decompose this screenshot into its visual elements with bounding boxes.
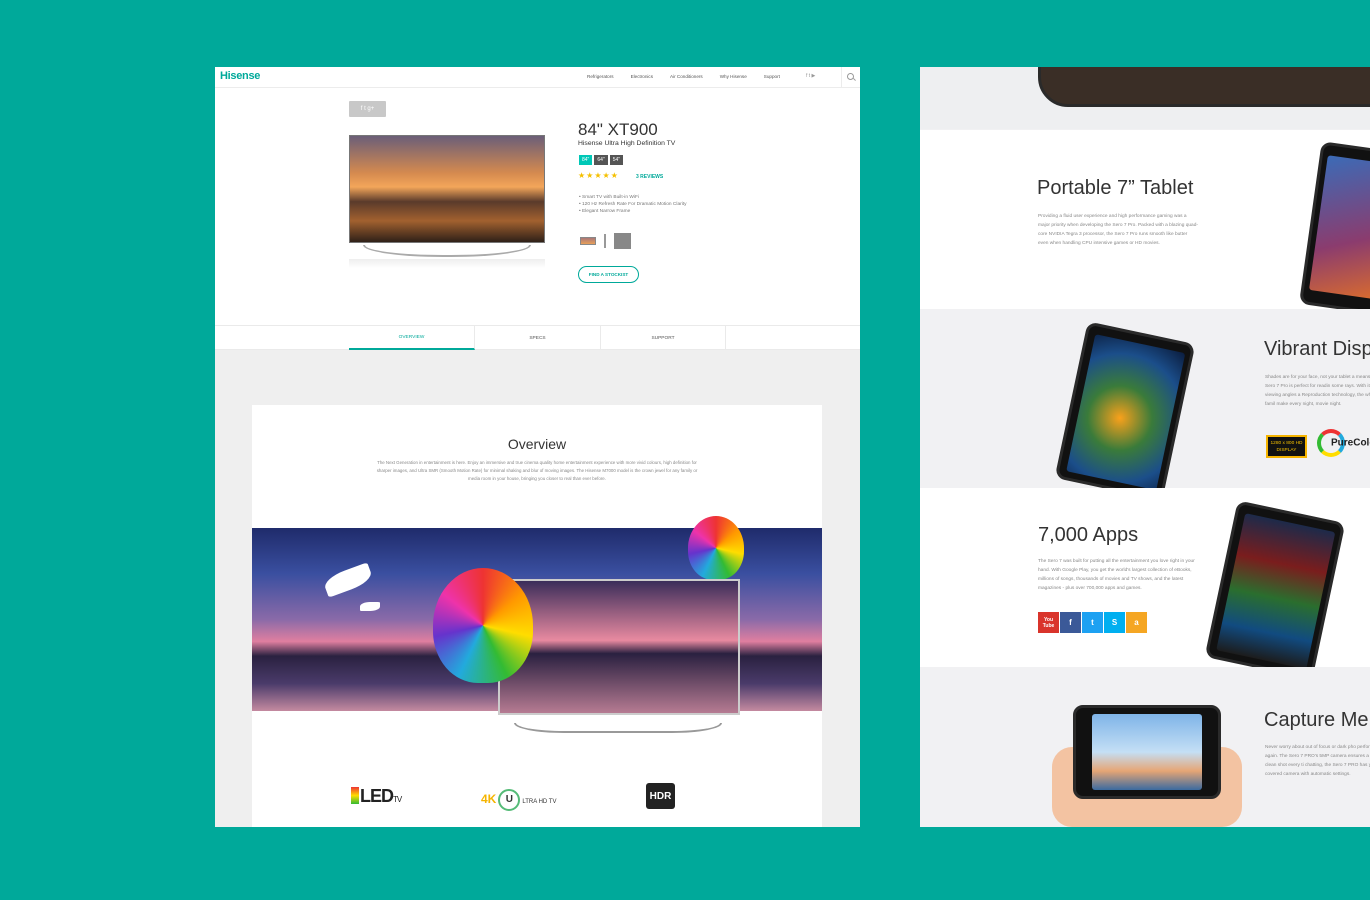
tv-screen-image [349,135,545,243]
uhd-u-text: U [498,789,521,811]
feature-title: Vibrant Disp [1264,338,1370,360]
size-option-54[interactable]: 54" [609,155,624,165]
nav-link-support[interactable]: Support [764,74,780,79]
dove-small-image [360,602,380,611]
balloon-image [688,516,744,580]
nav-link-why-hisense[interactable]: Why Hisense [720,74,747,79]
tablet-image [1073,705,1221,799]
image-thumbnails [580,233,631,249]
youtube-icon: You Tube [1038,612,1059,633]
product-title: 84" XT900 [578,120,658,139]
top-nav: Hisense Refrigerators Electronics Air Co… [215,67,860,88]
led-logo-text: LED [360,786,394,806]
thumbnail-side[interactable] [604,234,606,248]
feature-text: Providing a fluid user experience and hi… [1038,214,1198,246]
size-selector: 84" 64" 54" [579,155,624,165]
dove-image [322,562,374,598]
hisense-logo[interactable]: Hisense [220,70,260,82]
feature-text: Never worry about out of focus or dark p… [1265,745,1370,777]
tablet-screen [1216,513,1336,667]
feature-section-apps: 7,000 Apps The Sero 7 was built for putt… [920,488,1370,667]
tablet-image [1204,500,1346,667]
overview-title: Overview [507,436,567,452]
feature-text: Shades are for your face, not your table… [1265,375,1370,407]
tab-specs[interactable]: SPECS [475,326,601,350]
uhd-rest-text: LTRA HD TV [522,799,557,806]
hd-display-badge: 1280 x 800 HD DISPLAY [1266,435,1307,458]
tablet-header-section [920,67,1370,129]
tablet-screen [1308,155,1370,300]
nav-divider [841,67,842,88]
tablet-screen [1092,714,1202,790]
thumbnail-angle[interactable] [614,233,631,249]
thumbnail-front[interactable] [580,237,596,245]
feature-section-portable: Portable 7” Tablet Providing a fluid use… [920,130,1370,309]
feature-item: • 120 Hz Refresh Rate For Dramatic Motio… [579,202,687,207]
search-icon[interactable] [847,73,854,80]
app-icons: You Tube f t S a [1038,612,1147,633]
tablet-image [1298,141,1370,309]
led-logo-suffix: TV [393,795,402,804]
nav-link-electronics[interactable]: Electronics [631,74,653,79]
feature-section-camera: Capture Me Never worry about out of focu… [920,667,1370,827]
hero-tv-stand [514,723,722,733]
overview-section: Overview The Next Generation in entertai… [252,405,822,827]
product-tabs: OVERVIEW SPECS SUPPORT [215,325,860,350]
hdr-logo: HDR [646,783,675,809]
purecolor-badge: PureColor [1317,429,1370,457]
tab-overview[interactable]: OVERVIEW [349,326,475,350]
nav-link-refrigerators[interactable]: Refrigerators [587,74,614,79]
product-image [349,133,545,268]
nav-links: Refrigerators Electronics Air Conditione… [587,74,797,79]
facebook-icon: f [1060,612,1081,633]
skype-icon: S [1104,612,1125,633]
feature-item: • Elegant Narrow Frame [579,209,631,214]
reviews-link[interactable]: 3 REVIEWS [636,174,663,180]
purecolor-text: PureColor [1331,437,1370,449]
tech-logos: LEDTV 4K U LTRA HD TV HDR [252,782,822,812]
tab-support[interactable]: SUPPORT [601,326,726,350]
overview-text: The Next Generation in entertainment is … [376,460,698,481]
size-option-84[interactable]: 84" [579,155,593,165]
find-stockist-button[interactable]: FIND A STOCKIST [578,266,639,283]
amazon-icon: a [1126,612,1147,633]
feature-title: Portable 7” Tablet [1037,177,1194,199]
feature-list: • Smart TV with Built-in WiFi • 120 Hz R… [579,194,687,215]
tablet-page-mockup: Portable 7” Tablet Providing a fluid use… [920,67,1370,827]
tablet-image [1054,321,1196,488]
product-page-mockup: Hisense Refrigerators Electronics Air Co… [215,67,860,827]
rating-stars: ★★★★★ [578,171,619,180]
balloon-large-image [433,568,533,683]
size-option-64[interactable]: 64" [594,155,608,165]
tablet-screen [1066,334,1186,488]
feature-text: The Sero 7 was built for putting all the… [1038,559,1195,591]
feature-section-display: Vibrant Disp Shades are for your face, n… [920,309,1370,488]
tv-stand [363,245,531,257]
tablet-edge-image [1038,67,1370,107]
led-tv-logo: LEDTV [351,786,402,807]
feature-title: 7,000 Apps [1038,524,1139,546]
feature-item: • Smart TV with Built-in WiFi [579,195,639,200]
product-subtitle: Hisense Ultra High Definition TV [578,140,676,147]
twitter-icon: t [1082,612,1103,633]
nav-link-air-conditioners[interactable]: Air Conditioners [670,74,703,79]
social-icons[interactable]: f t ▶ [806,73,815,79]
feature-title: Capture Me [1264,709,1369,731]
ultra-hd-logo: 4K U LTRA HD TV [481,789,556,811]
tv-shadow [349,259,545,268]
uhd-4k-text: 4K [481,792,497,807]
hero-tv [498,579,740,715]
share-buttons[interactable]: f t g+ [349,101,386,117]
